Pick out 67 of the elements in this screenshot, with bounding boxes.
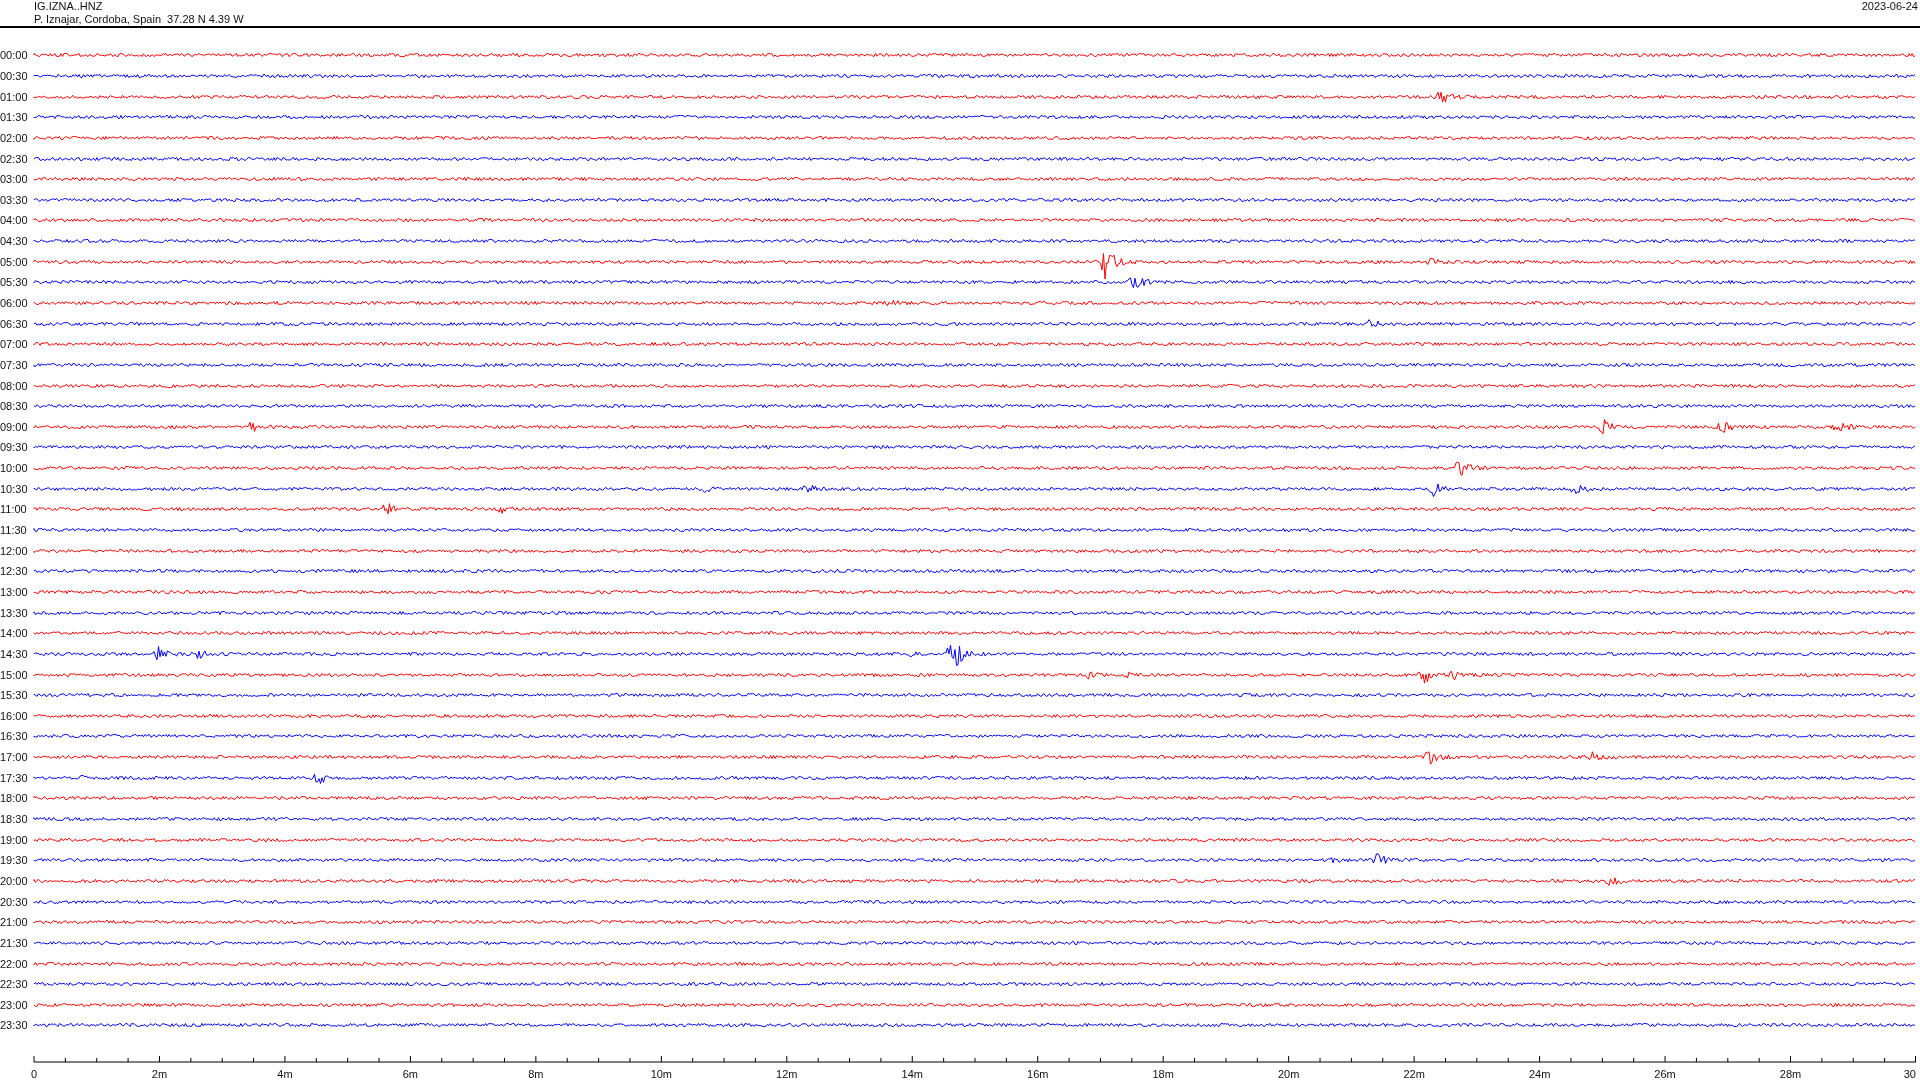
time-label: 14:00 bbox=[0, 627, 29, 640]
station-code: IG.IZNA..HNZ bbox=[34, 0, 104, 13]
station-location: P. Iznajar, Cordoba, Spain 37.28 N 4.39 W bbox=[34, 13, 244, 26]
time-label: 19:30 bbox=[0, 854, 29, 867]
time-label: 00:00 bbox=[0, 49, 29, 62]
time-label: 13:00 bbox=[0, 585, 29, 598]
axis-tick-label: 0 bbox=[30, 1067, 38, 1080]
time-label: 16:30 bbox=[0, 730, 29, 743]
time-label: 03:30 bbox=[0, 193, 29, 206]
axis-tick-label: 28m bbox=[1779, 1067, 1802, 1080]
time-label: 12:30 bbox=[0, 565, 29, 578]
axis-tick-label: 30 bbox=[1903, 1067, 1916, 1080]
time-label: 07:30 bbox=[0, 358, 29, 371]
axis-tick-label: 20m bbox=[1277, 1067, 1300, 1080]
axis-tick-label: 22m bbox=[1403, 1067, 1425, 1080]
axis-tick-label: 24m bbox=[1528, 1067, 1551, 1080]
time-label: 20:30 bbox=[0, 895, 29, 908]
time-label: 13:30 bbox=[0, 606, 29, 619]
time-label: 20:00 bbox=[0, 874, 29, 887]
time-label: 02:30 bbox=[0, 152, 29, 165]
record-date: 2023-06-24 bbox=[1861, 0, 1918, 14]
time-label: 10:00 bbox=[0, 462, 29, 475]
axis-tick-label: 6m bbox=[402, 1067, 419, 1080]
time-label: 07:00 bbox=[0, 338, 29, 351]
time-label: 10:30 bbox=[0, 482, 29, 495]
time-label: 02:00 bbox=[0, 131, 29, 144]
time-label: 06:00 bbox=[0, 297, 29, 309]
time-label: 01:00 bbox=[0, 90, 29, 103]
time-label: 14:30 bbox=[0, 647, 29, 660]
axis-tick-label: 12m bbox=[776, 1067, 798, 1080]
axis-tick-label: 10m bbox=[650, 1067, 673, 1080]
time-label: 01:30 bbox=[0, 111, 29, 124]
time-label: 16:00 bbox=[0, 709, 29, 722]
axis-tick-label: 4m bbox=[277, 1067, 293, 1080]
axis-tick-label: 18m bbox=[1152, 1067, 1174, 1080]
time-label: 09:00 bbox=[0, 420, 29, 433]
time-label: 09:30 bbox=[0, 441, 29, 454]
time-label: 00:30 bbox=[0, 69, 29, 82]
time-label: 18:00 bbox=[0, 792, 29, 805]
axis-tick-label: 26m bbox=[1654, 1067, 1676, 1080]
time-label: 11:30 bbox=[0, 524, 28, 537]
time-label: 21:00 bbox=[0, 916, 29, 929]
time-label: 04:00 bbox=[0, 214, 29, 227]
time-label: 05:00 bbox=[0, 255, 29, 268]
time-label: 08:00 bbox=[0, 379, 29, 392]
axis-tick-label: 14m bbox=[901, 1067, 923, 1080]
time-label: 05:30 bbox=[0, 276, 29, 289]
time-label: 21:30 bbox=[0, 936, 29, 949]
time-label: 23:00 bbox=[0, 998, 29, 1011]
time-label: 03:00 bbox=[0, 173, 29, 186]
time-label: 04:30 bbox=[0, 235, 29, 248]
time-label: 15:00 bbox=[0, 668, 29, 681]
time-label: 19:00 bbox=[0, 833, 29, 846]
time-label: 17:30 bbox=[0, 771, 29, 784]
time-label: 06:30 bbox=[0, 317, 29, 330]
time-label: 22:30 bbox=[0, 978, 29, 991]
axis-tick-label: 8m bbox=[528, 1067, 544, 1080]
axis-tick-label: 16m bbox=[1027, 1067, 1049, 1080]
time-label: 18:30 bbox=[0, 813, 29, 825]
time-label: 08:30 bbox=[0, 400, 29, 413]
time-label: 12:00 bbox=[0, 544, 29, 557]
axis-tick-label: 2m bbox=[151, 1067, 168, 1080]
time-label: 22:00 bbox=[0, 957, 29, 970]
time-label: 15:30 bbox=[0, 689, 29, 702]
time-label: 11:00 bbox=[0, 503, 28, 516]
time-label: 23:30 bbox=[0, 1019, 29, 1032]
time-label: 17:00 bbox=[0, 751, 29, 764]
